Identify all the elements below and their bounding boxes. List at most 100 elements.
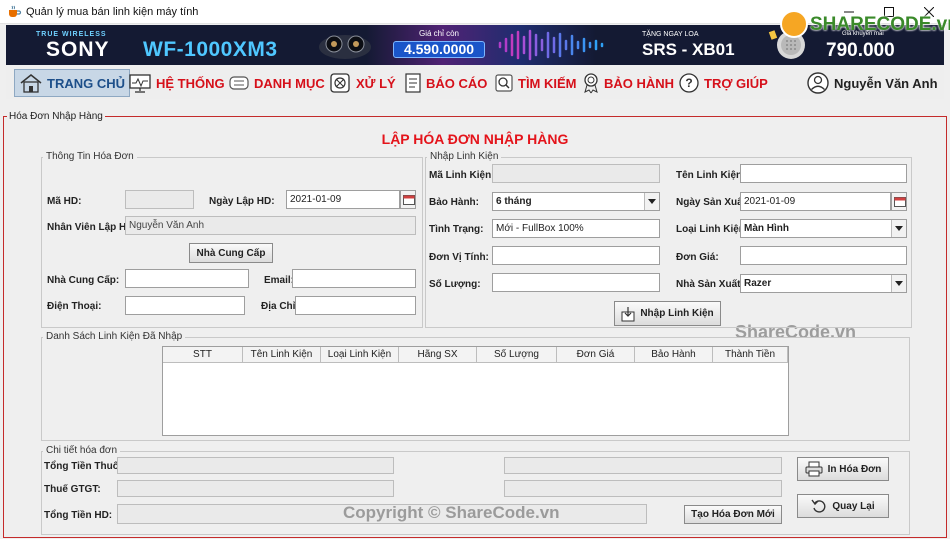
phone-field[interactable] (125, 296, 245, 315)
invoice-date-field[interactable]: 2021-01-09 (286, 190, 400, 209)
address-field[interactable] (295, 296, 416, 315)
svg-text:?: ? (685, 76, 692, 90)
menu-catalog[interactable]: DANH MỤC (228, 69, 325, 97)
column-header[interactable]: Thành Tiền (713, 347, 788, 363)
warranty-select[interactable]: 6 tháng (492, 192, 660, 211)
warranty-dropdown-arrow[interactable] (644, 193, 659, 210)
logo-text: SHARECODE.vn (810, 14, 950, 35)
column-header[interactable]: Số Lượng (477, 347, 557, 363)
back-button[interactable]: Quay Lại (797, 494, 889, 518)
help-icon: ? (679, 73, 699, 93)
unit-label: Đơn Vị Tính: (429, 252, 489, 263)
banner-gift-model: SRS - XB01 (642, 40, 735, 59)
invoice-details-title: Chi tiết hóa đơn (43, 445, 121, 456)
invoice-date-picker-button[interactable] (400, 190, 416, 209)
print-invoice-button[interactable]: In Hóa Đơn (797, 457, 889, 481)
component-name-field[interactable] (740, 164, 907, 183)
monitor-icon (129, 74, 151, 93)
qty-field[interactable] (492, 273, 660, 292)
extra-field-2[interactable] (504, 480, 782, 497)
add-component-button[interactable]: Nhập Linh Kiện (614, 301, 721, 326)
user-name: Nguyễn Văn Anh (834, 75, 938, 91)
banner-brand: SONY (46, 38, 110, 61)
column-header[interactable]: Bảo Hành (635, 347, 713, 363)
user-menu[interactable]: Nguyễn Văn Anh (806, 69, 938, 97)
search-icon (495, 74, 513, 92)
add-component-label: Nhập Linh Kiện (640, 308, 714, 319)
menu-search[interactable]: TÌM KIẾM (494, 69, 577, 97)
total-field[interactable] (117, 457, 394, 474)
menu-warranty[interactable]: BẢO HÀNH (582, 69, 674, 97)
column-header[interactable]: Đơn Giá (557, 347, 635, 363)
price-field[interactable] (740, 246, 907, 265)
invoice-info-title: Thông Tin Hóa Đơn (43, 151, 137, 162)
staff-field[interactable]: Nguyễn Văn Anh (125, 216, 416, 235)
window-title: Quản lý mua bán linh kiện máy tính (26, 6, 199, 18)
maker-dropdown-arrow[interactable] (891, 275, 906, 292)
column-header[interactable]: Loại Linh Kiện (321, 347, 399, 363)
chevron-down-icon (648, 199, 656, 204)
vat-label: Thuế GTGT: (44, 484, 101, 495)
menu-search-label: TÌM KIẾM (518, 75, 577, 91)
print-invoice-label: In Hóa Đơn (827, 463, 882, 475)
invoice-date-label: Ngày Lập HD: (209, 196, 275, 207)
column-header[interactable]: Hãng SX (399, 347, 477, 363)
invoice-id-field[interactable] (125, 190, 194, 209)
printer-icon (805, 461, 823, 477)
supplier-field[interactable] (125, 269, 249, 288)
warranty-value: 6 tháng (496, 196, 532, 207)
condition-field[interactable]: Mới - FullBox 100% (492, 219, 660, 238)
report-icon (405, 73, 421, 93)
undo-icon (811, 499, 826, 513)
menu-help[interactable]: ? TRỢ GIÚP (678, 69, 768, 97)
items-table-header: STT Tên Linh Kiện Loại Linh Kiện Hãng SX… (163, 347, 788, 363)
unit-field[interactable] (492, 246, 660, 265)
email-field[interactable] (292, 269, 416, 288)
menu-system-label: HỆ THỐNG (156, 75, 225, 91)
price-label: Đơn Giá: (676, 252, 719, 263)
list-icon (229, 76, 249, 90)
banner-promo-price: 790.000 (826, 40, 895, 61)
banner-tagline: TRUE WIRELESS (36, 31, 107, 38)
menu-report[interactable]: BÁO CÁO (404, 69, 487, 97)
component-entry-title: Nhập Linh Kiện (427, 151, 502, 162)
process-icon (330, 73, 350, 93)
address-label: Địa Chỉ: (261, 301, 299, 312)
back-label: Quay Lại (832, 500, 875, 512)
mfg-date-picker-button[interactable] (891, 192, 907, 211)
new-invoice-button[interactable]: Tạo Hóa Đơn Mới (684, 505, 782, 524)
vat-field[interactable] (117, 480, 394, 497)
column-header[interactable]: Tên Linh Kiện (243, 347, 321, 363)
menu-catalog-label: DANH MỤC (254, 75, 325, 91)
chevron-down-icon (895, 226, 903, 231)
menu-home[interactable]: TRANG CHỦ (14, 69, 130, 97)
maker-value: Razer (744, 278, 772, 289)
supplier-label: Nhà Cung Cấp: (47, 275, 120, 286)
form-heading: LẬP HÓA ĐƠN NHẬP HÀNG (381, 131, 569, 147)
warranty-label: Bảo Hành: (429, 197, 479, 208)
select-supplier-button[interactable]: Nhà Cung Cấp (189, 243, 273, 263)
user-icon (807, 72, 829, 94)
extra-field-1[interactable] (504, 457, 782, 474)
maker-select[interactable]: Razer (740, 274, 907, 293)
invoice-id-label: Mã HD: (47, 196, 82, 207)
component-type-dropdown-arrow[interactable] (891, 220, 906, 237)
column-header[interactable]: STT (163, 347, 243, 363)
menu-report-label: BÁO CÁO (426, 75, 488, 91)
menu-system[interactable]: HỆ THỐNG (128, 69, 225, 97)
mfg-date-field[interactable]: 2021-01-09 (740, 192, 891, 211)
main-menu-bar: TRANG CHỦ HỆ THỐNG DANH MỤC XỬ LÝ BÁO CÁ… (6, 67, 944, 99)
menu-process-label: XỬ LÝ (356, 75, 396, 91)
earbuds-image (319, 35, 371, 59)
banner-gift-label: TẶNG NGAY LOA (642, 31, 699, 38)
component-code-field[interactable] (492, 164, 660, 183)
component-type-select[interactable]: Màn Hình (740, 219, 907, 238)
logo-emblem-icon (780, 10, 808, 38)
staff-label: Nhân Viên Lập HD: (47, 222, 137, 233)
import-icon (621, 306, 635, 321)
menu-process[interactable]: XỬ LÝ (328, 69, 396, 97)
email-label: Email: (264, 275, 295, 286)
items-table[interactable]: STT Tên Linh Kiện Loại Linh Kiện Hãng SX… (162, 346, 789, 436)
total-label: Tổng Tiền Thuốc: (44, 461, 128, 472)
phone-label: Điện Thoại: (47, 301, 102, 312)
